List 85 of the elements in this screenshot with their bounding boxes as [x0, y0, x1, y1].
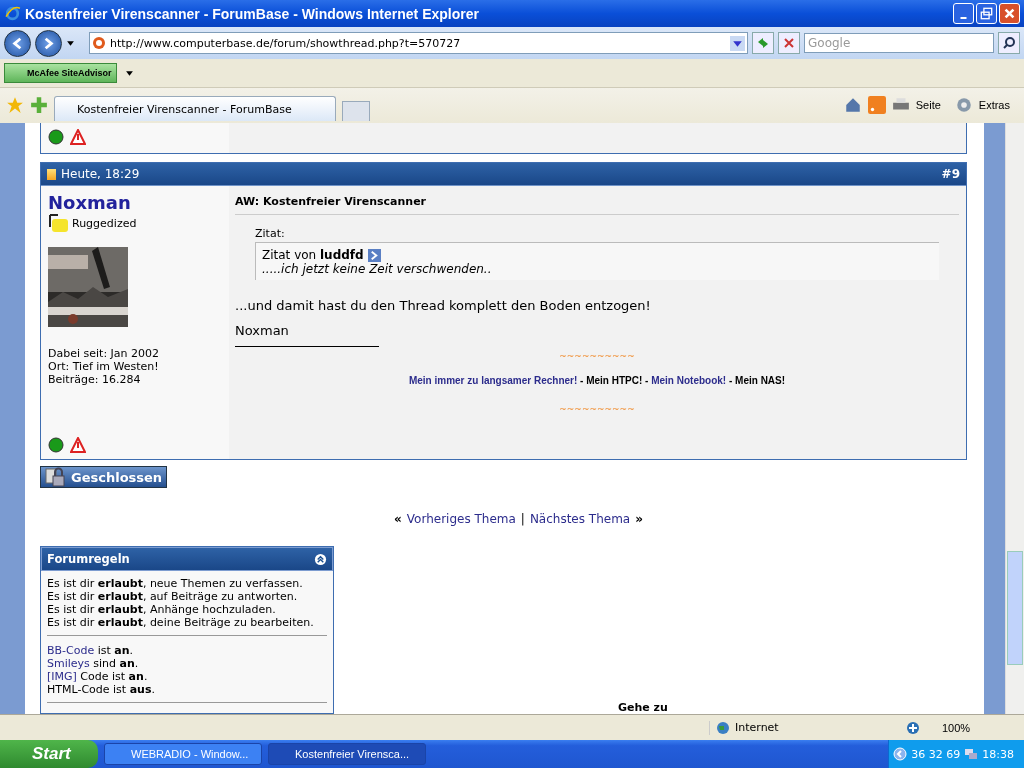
signature-name: Noxman: [235, 323, 290, 338]
rule-text: HTML-Code ist aus.: [47, 683, 155, 696]
next-arrow: »: [635, 512, 643, 526]
quote-label: Zitat:: [255, 227, 286, 240]
view-post-icon[interactable]: [367, 248, 381, 262]
refresh-icon: [756, 36, 770, 50]
user-info: Dabei seit: Jan 2002: [48, 347, 161, 360]
minimize-button[interactable]: [953, 3, 974, 24]
rule-text: Es ist dir erlaubt, auf Beiträge zu antworten.: [47, 590, 299, 603]
rule-text: Es ist dir erlaubt, Anhänge hochzuladen.: [47, 603, 277, 616]
stop-icon: [782, 36, 796, 50]
quote-text: .....ich jetzt keine Zeit verschwenden..: [262, 262, 493, 276]
expand-tray-icon[interactable]: [893, 747, 908, 761]
caret-icon[interactable]: [124, 68, 134, 78]
address-field[interactable]: http://www.computerbase.de/forum/showthread.php?t=570727: [89, 32, 748, 54]
rule-text: Es ist dir erlaubt, deine Beiträge zu bearbeiten.: [47, 616, 315, 629]
previous-thread-link[interactable]: Vorheriges Thema: [406, 512, 516, 526]
signature-ornament: ~~~~~~~~~~: [558, 351, 636, 361]
close-button[interactable]: [999, 3, 1020, 24]
search-field[interactable]: Google: [804, 33, 994, 53]
rule-link[interactable]: Smileys: [47, 657, 90, 670]
next-thread-link[interactable]: Nächstes Thema: [529, 512, 631, 526]
tools-menu[interactable]: Extras: [978, 98, 1018, 111]
lock-icon: [43, 467, 67, 487]
restore-icon: [980, 7, 993, 20]
close-icon: [1003, 7, 1016, 20]
back-button[interactable]: [4, 29, 31, 57]
clock: 18:38: [982, 747, 1014, 761]
rule-text: sind an.: [93, 657, 139, 670]
rule-text: ist an.: [97, 644, 134, 657]
rule-text: Code ist an.: [80, 670, 148, 683]
site-icon: [92, 36, 106, 50]
collapse-icon[interactable]: [314, 552, 327, 566]
search-button[interactable]: [998, 32, 1020, 54]
post-number[interactable]: #9: [941, 167, 960, 181]
goto-label: Gehe zu: [618, 701, 668, 714]
signature-ornament: ~~~~~~~~~~: [558, 404, 636, 414]
favorites-star-icon[interactable]: [6, 95, 24, 114]
closed-button[interactable]: Geschlossen: [40, 466, 167, 488]
add-favorite-icon[interactable]: [30, 95, 48, 114]
gear-icon[interactable]: [954, 95, 973, 114]
zoom-button[interactable]: 100%: [930, 720, 1010, 735]
taskbar-button[interactable]: WEBRADIO - Window...: [104, 743, 262, 765]
globe-icon: [716, 720, 730, 735]
signature-text: Mein immer zu langsamer Rechner! - Mein HTPC! - Mein Notebook! - Mein NAS!: [407, 375, 787, 386]
window-title: Kostenfreier Virenscanner - ForumBase - Windows Internet Explorer: [25, 5, 480, 22]
user-rank: Ruggedized: [72, 216, 137, 230]
signature-link[interactable]: Mein immer zu langsamer Rechner!: [408, 375, 578, 386]
rule-link[interactable]: [IMG]: [47, 670, 77, 683]
scrollbar[interactable]: [1005, 123, 1024, 714]
panel-title: Forumregeln: [47, 552, 130, 566]
rss-icon[interactable]: [867, 95, 886, 114]
post-text: ...und damit hast du den Thread komplett den Boden entzogen!: [235, 298, 652, 313]
minimize-icon: [960, 17, 967, 19]
signature-link[interactable]: Mein Notebook!: [651, 375, 727, 386]
dropdown-icon[interactable]: [730, 35, 745, 51]
rank-badge-icon: [48, 213, 70, 233]
restore-button[interactable]: [976, 3, 997, 24]
refresh-button[interactable]: [752, 32, 774, 54]
report-icon[interactable]: [70, 437, 86, 453]
online-status-icon: [48, 129, 64, 145]
protected-mode-icon[interactable]: [906, 720, 920, 735]
previous-arrow: «: [394, 512, 402, 526]
online-status-icon: [48, 437, 64, 453]
post-title: AW: Kostenfreier Virenscanner: [235, 192, 959, 215]
stop-button[interactable]: [778, 32, 800, 54]
siteadvisor-button[interactable]: McAfee SiteAdvisor: [4, 63, 117, 83]
nav-separator: |: [520, 512, 525, 526]
user-info: Ort: Tief im Westen!: [48, 360, 160, 373]
page-menu[interactable]: Seite: [915, 98, 949, 111]
forward-button[interactable]: [35, 29, 62, 57]
browser-icon: [4, 5, 21, 22]
security-zone: Internet: [735, 721, 779, 734]
quote-author: Zitat von luddfd: [262, 248, 364, 262]
caret-icon[interactable]: [66, 38, 75, 48]
user-info: Beiträge: 16.284: [48, 373, 142, 386]
search-icon: [1002, 36, 1016, 50]
rule-text: Es ist dir erlaubt, neue Themen zu verfassen.: [47, 577, 304, 590]
taskbar-button[interactable]: Kostenfreier Virensca...: [268, 743, 426, 765]
post-date: Heute, 18:29: [47, 167, 140, 181]
tray-text: 36 32 69: [911, 747, 961, 761]
author-name[interactable]: Noxman: [48, 192, 229, 213]
browser-tab[interactable]: Kostenfreier Virenscanner - ForumBase: [54, 96, 336, 121]
rule-link[interactable]: BB-Code: [47, 644, 95, 657]
report-icon[interactable]: [70, 129, 86, 145]
